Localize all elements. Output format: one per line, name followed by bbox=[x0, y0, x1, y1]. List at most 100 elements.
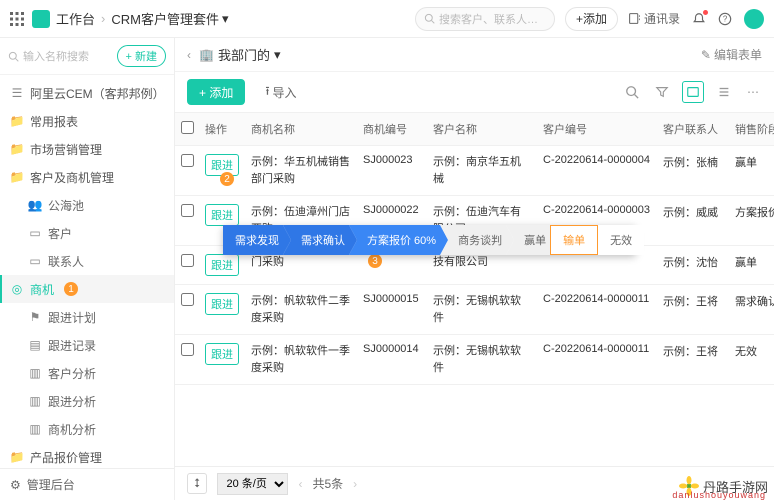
cell-contact: 示例：张楠 bbox=[657, 146, 729, 196]
follow-button[interactable]: 跟进 bbox=[205, 204, 239, 226]
main-toolbar: + 添加 ⭱导入 ⋯ bbox=[175, 72, 774, 112]
stage-step-lose[interactable]: 输单 bbox=[550, 225, 598, 255]
watermark: 丹路手游网 danlushouyouwang bbox=[679, 476, 768, 496]
table-wrap: 操作 商机名称 商机编号 客户名称 客户编号 客户联系人 销售阶段 跟进示例：华… bbox=[175, 112, 774, 466]
row-checkbox[interactable] bbox=[181, 343, 194, 356]
cell-code: SJ000023 bbox=[357, 146, 427, 196]
stage-step[interactable]: 商务谈判 bbox=[440, 225, 514, 255]
stage-step[interactable]: 需求确认 bbox=[283, 225, 357, 255]
sidebar-footer-settings[interactable]: ⚙ 管理后台 bbox=[0, 468, 174, 500]
sidebar-sub-item[interactable]: ▤跟进记录 bbox=[0, 331, 174, 359]
cell-stage: 赢单 bbox=[729, 146, 774, 196]
col-header[interactable]: 客户名称 bbox=[427, 113, 537, 146]
top-add-button[interactable]: + 添加 bbox=[565, 7, 618, 31]
sidebar-sub-item[interactable]: ▭联系人 bbox=[0, 247, 174, 275]
chart-icon: ▥ bbox=[28, 394, 42, 408]
breadcrumb: 工作台 › CRM客户管理套件 ▾ bbox=[56, 9, 229, 28]
sidebar-sub-item[interactable]: ▭客户 bbox=[0, 219, 174, 247]
cell-stage: 需求确认 bbox=[729, 285, 774, 335]
cell-stage: 赢单 bbox=[729, 246, 774, 285]
sidebar-sub-item[interactable]: ▥ 商机分析 bbox=[0, 415, 174, 443]
sidebar-item[interactable]: 📁常用报表 bbox=[0, 107, 174, 135]
cell-name: 示例：帆软软件一季度采购 bbox=[245, 335, 357, 385]
chevron-right-icon[interactable]: › bbox=[353, 477, 357, 491]
sidebar-sub-item[interactable]: ▥客户分析 bbox=[0, 359, 174, 387]
table-row[interactable]: 跟进示例：华五机械销售部门采购SJ000023示例：南京华五机械C-202206… bbox=[175, 146, 774, 196]
global-search-input[interactable]: 搜索客户、联系人… bbox=[415, 7, 555, 31]
breadcrumb-root[interactable]: 工作台 bbox=[56, 9, 95, 28]
apps-icon[interactable] bbox=[10, 12, 24, 26]
sidebar-item[interactable]: 📁市场营销管理 bbox=[0, 135, 174, 163]
sidebar-sub-item[interactable]: ▥ 跟进分析 bbox=[0, 387, 174, 415]
col-header[interactable]: 客户编号 bbox=[537, 113, 657, 146]
stage-step-invalid[interactable]: 无效 bbox=[598, 225, 644, 255]
sidebar-sub-item-active[interactable]: ◎商机1 bbox=[0, 275, 174, 303]
stage-step[interactable]: 需求发现 bbox=[223, 225, 291, 255]
col-header[interactable]: 商机编号 bbox=[357, 113, 427, 146]
dept-selector[interactable]: 我部门的 ▾ bbox=[218, 45, 281, 64]
table-row[interactable]: 跟进示例：帆软软件二季度采购SJ0000015示例：无锡帆软软件C-202206… bbox=[175, 285, 774, 335]
dropdown-icon[interactable]: ⭥ bbox=[187, 473, 207, 494]
cell-code: SJ0000015 bbox=[357, 285, 427, 335]
follow-button[interactable]: 跟进 bbox=[205, 254, 239, 276]
sidebar-item[interactable]: ☰阿里云CEM（客邦邦例） bbox=[0, 79, 174, 107]
row-checkbox[interactable] bbox=[181, 254, 194, 267]
chevron-left-icon[interactable]: ‹ bbox=[298, 477, 302, 491]
collapse-sidebar-icon[interactable]: ‹ bbox=[187, 48, 191, 62]
cell-name: 示例：帆软软件二季度采购 bbox=[245, 285, 357, 335]
col-header[interactable]: 操作 bbox=[199, 113, 245, 146]
view-list-icon[interactable] bbox=[714, 82, 734, 102]
sidebar-item-label: 跟进记录 bbox=[48, 337, 96, 354]
edit-header-button[interactable]: ✎ 编辑表单 bbox=[701, 46, 762, 63]
sidebar-item-label: 联系人 bbox=[48, 253, 84, 270]
breadcrumb-suite-label: CRM客户管理套件 bbox=[111, 9, 219, 28]
add-label: 添加 bbox=[583, 10, 607, 27]
chart-icon: ▥ bbox=[28, 422, 42, 436]
help-button[interactable]: ? bbox=[718, 12, 732, 26]
row-checkbox[interactable] bbox=[181, 154, 194, 167]
col-header[interactable]: 销售阶段 bbox=[729, 113, 774, 146]
sidebar-list: ☰阿里云CEM（客邦邦例） 📁常用报表 📁市场营销管理 📁客户及商机管理 👥公海… bbox=[0, 75, 174, 468]
sidebar-item[interactable]: 📁产品报价管理 bbox=[0, 443, 174, 468]
sidebar-item-label: 跟进分析 bbox=[48, 393, 96, 410]
sidebar-item-label: 商机 bbox=[30, 281, 54, 298]
view-card-icon[interactable] bbox=[682, 81, 704, 103]
svg-text:?: ? bbox=[723, 14, 728, 23]
col-header[interactable]: 客户联系人 bbox=[657, 113, 729, 146]
main-panel: ‹ 🏢 我部门的 ▾ ✎ 编辑表单 + 添加 ⭱导入 ⋯ bbox=[175, 38, 774, 500]
search-icon[interactable] bbox=[622, 82, 642, 102]
cell-customer: 示例：无锡帆软软件 bbox=[427, 285, 537, 335]
more-icon[interactable]: ⋯ bbox=[744, 82, 762, 102]
page-size-select[interactable]: 20 条/页 bbox=[217, 473, 288, 495]
breadcrumb-suite[interactable]: CRM客户管理套件 ▾ bbox=[111, 9, 228, 28]
sidebar-item-label: 阿里云CEM（客邦邦例） bbox=[30, 85, 164, 102]
gear-icon: ⚙ bbox=[10, 478, 21, 492]
sidebar-item[interactable]: 📁客户及商机管理 bbox=[0, 163, 174, 191]
row-checkbox[interactable] bbox=[181, 293, 194, 306]
filter-icon[interactable] bbox=[652, 82, 672, 102]
import-button[interactable]: ⭱导入 bbox=[255, 79, 306, 105]
add-record-button[interactable]: + 添加 bbox=[187, 79, 245, 105]
stage-step-current[interactable]: 方案报价 60% bbox=[349, 225, 448, 255]
table-row[interactable]: 跟进示例：帆软软件一季度采购SJ0000014示例：无锡帆软软件C-202206… bbox=[175, 335, 774, 385]
sidebar-search-input[interactable]: 输入名称搜索 bbox=[8, 44, 111, 68]
cell-stage: 无效 bbox=[729, 335, 774, 385]
sidebar-sub-item[interactable]: ⚑跟进计划 bbox=[0, 303, 174, 331]
follow-button[interactable]: 跟进 bbox=[205, 293, 239, 315]
follow-button[interactable]: 跟进 bbox=[205, 343, 239, 365]
sidebar-item-label: 商机分析 bbox=[48, 421, 96, 438]
select-all-checkbox[interactable] bbox=[181, 121, 194, 134]
stage-progress-bar: 需求发现 需求确认 方案报价 60% 商务谈判 赢单 输单 无效 bbox=[223, 225, 636, 255]
contacts-button[interactable]: 通讯录 bbox=[628, 10, 680, 27]
target-icon: ◎ bbox=[10, 282, 24, 296]
user-avatar[interactable] bbox=[744, 9, 764, 29]
folder-icon: 📁 bbox=[10, 450, 24, 464]
sidebar-sub-item[interactable]: 👥公海池 bbox=[0, 191, 174, 219]
annotation-badge: 3 bbox=[368, 254, 382, 268]
import-label: 导入 bbox=[273, 84, 297, 101]
notifications-button[interactable] bbox=[692, 12, 706, 26]
sidebar-new-button[interactable]: + 新建 bbox=[117, 45, 166, 67]
col-header[interactable]: 商机名称 bbox=[245, 113, 357, 146]
row-checkbox[interactable] bbox=[181, 204, 194, 217]
cell-contact: 示例：王将 bbox=[657, 335, 729, 385]
